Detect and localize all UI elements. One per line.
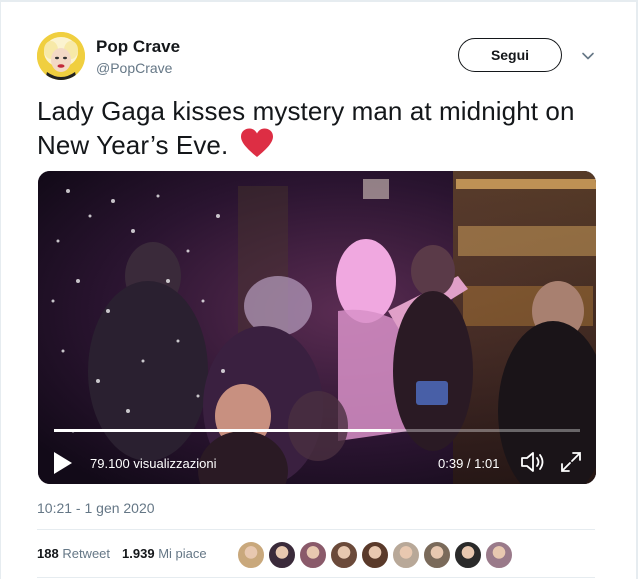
top-border: [0, 0, 638, 2]
avatar[interactable]: [37, 32, 85, 80]
red-heart-icon: [240, 128, 274, 158]
liker-avatar[interactable]: [237, 541, 265, 569]
follow-button[interactable]: Segui: [458, 38, 562, 72]
liker-avatar[interactable]: [330, 541, 358, 569]
liker-avatar[interactable]: [454, 541, 482, 569]
user-handle[interactable]: @PopCrave: [96, 60, 172, 76]
liker-avatar[interactable]: [392, 541, 420, 569]
avatar-image: [37, 32, 85, 80]
video-player[interactable]: 79.100 visualizzazioni 0:39 / 1:01: [38, 171, 596, 484]
video-progress-fill: [54, 429, 391, 432]
liker-avatar[interactable]: [423, 541, 451, 569]
retweets-label: Retweet: [62, 546, 111, 561]
tweet-stats: 188 Retweet 1.939 Mi piace: [37, 546, 207, 561]
volume-muted-icon[interactable]: [520, 450, 546, 474]
liker-avatar[interactable]: [299, 541, 327, 569]
divider: [37, 577, 595, 578]
follow-button-label: Segui: [490, 47, 530, 63]
liker-avatar[interactable]: [268, 541, 296, 569]
tweet-timestamp[interactable]: 10:21 - 1 gen 2020: [37, 500, 155, 516]
liker-avatar[interactable]: [361, 541, 389, 569]
chevron-down-icon[interactable]: [580, 48, 596, 64]
display-name[interactable]: Pop Crave: [96, 37, 180, 57]
likes-stat[interactable]: 1.939 Mi piace: [122, 546, 207, 561]
view-count: 79.100 visualizzazioni: [90, 456, 217, 471]
video-frame: [38, 171, 596, 484]
tweet-text: Lady Gaga kisses mystery man at midnight…: [37, 94, 607, 162]
video-time: 0:39 / 1:01: [438, 456, 500, 471]
likers-avatars: [237, 541, 516, 569]
likes-count: 1.939: [122, 546, 155, 561]
liker-avatar[interactable]: [485, 541, 513, 569]
retweets-count: 188: [37, 546, 59, 561]
left-border: [0, 0, 1, 579]
divider: [37, 529, 595, 530]
play-icon[interactable]: [52, 451, 74, 475]
fullscreen-icon[interactable]: [560, 451, 582, 473]
tweet-text-body: Lady Gaga kisses mystery man at midnight…: [37, 96, 575, 160]
retweets-stat[interactable]: 188 Retweet: [37, 546, 110, 561]
video-progress-bar[interactable]: [54, 429, 580, 432]
likes-label: Mi piace: [158, 546, 207, 561]
